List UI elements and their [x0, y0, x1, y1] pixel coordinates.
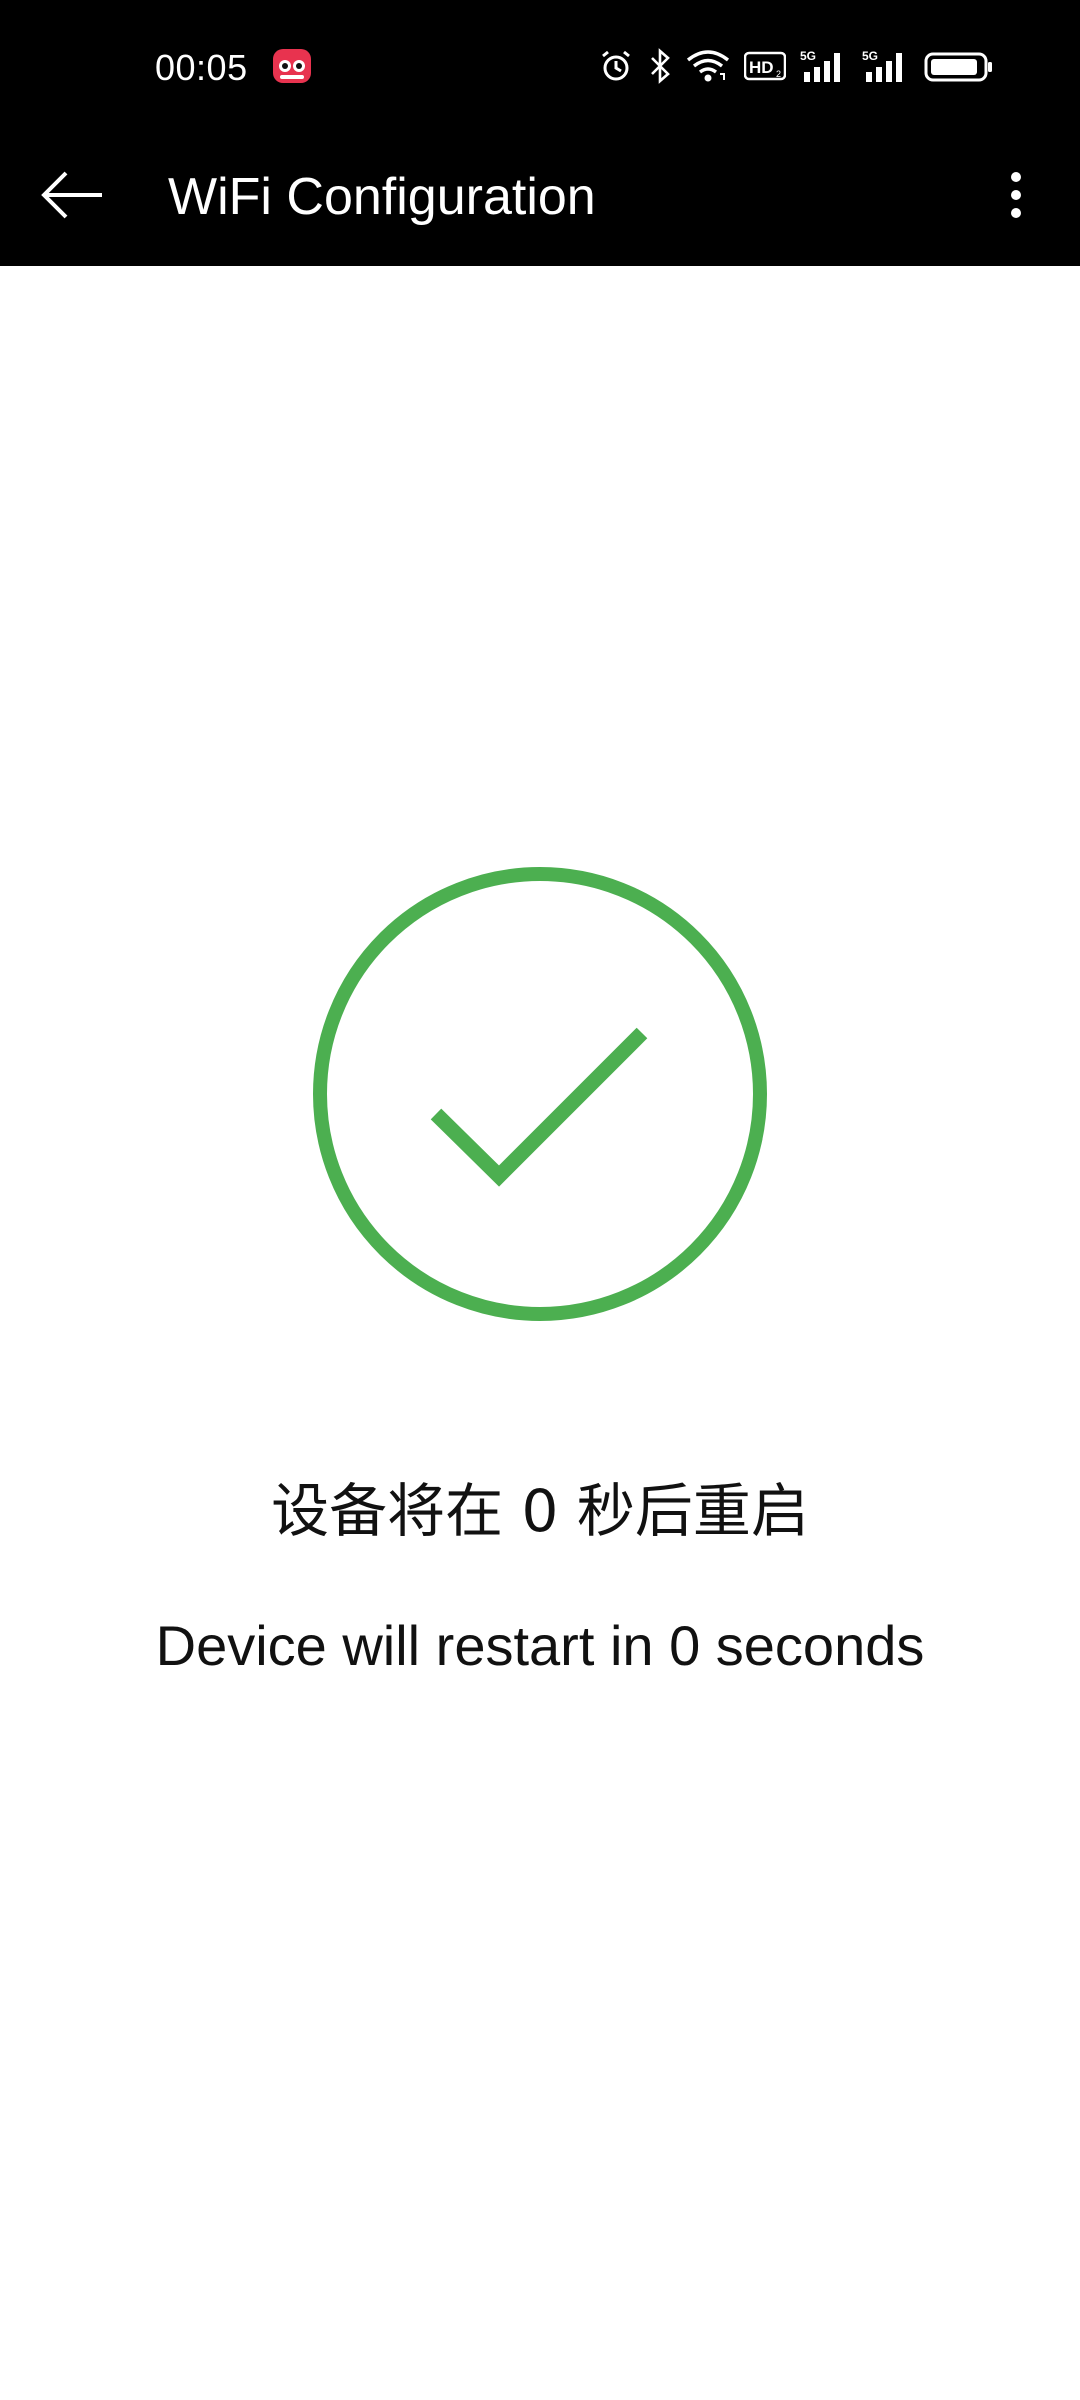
bluetooth-icon: [648, 48, 672, 84]
content-area: 设备将在 0 秒后重启 Device will restart in 0 sec…: [0, 266, 1080, 2400]
signal-5g-icon: 5G: [862, 48, 910, 84]
svg-text:5G: 5G: [800, 49, 816, 63]
more-vertical-icon: [1006, 165, 1026, 229]
page-title: WiFi Configuration: [168, 168, 596, 226]
status-bar: 00:05 HD 2 5G 5G: [0, 0, 1080, 128]
status-time: 00:05: [155, 47, 248, 88]
alarm-icon: [598, 48, 634, 84]
status-icons: HD 2 5G 5G: [598, 46, 994, 86]
svg-text:2: 2: [776, 69, 781, 79]
hd-icon: HD 2: [744, 49, 786, 83]
more-options-button[interactable]: [986, 155, 1046, 239]
check-circle-icon: [312, 866, 768, 1322]
restart-message-cn: 设备将在 0 秒后重启: [271, 1477, 809, 1545]
restart-message-en: Device will restart in 0 seconds: [155, 1614, 925, 1677]
app-badge-icon: [272, 46, 312, 86]
svg-text:HD: HD: [749, 58, 774, 77]
app-bar: WiFi Configuration: [0, 128, 1080, 266]
svg-text:5G: 5G: [862, 49, 878, 63]
back-button[interactable]: [30, 155, 114, 239]
arrow-back-icon: [36, 165, 108, 229]
battery-icon: [924, 48, 994, 84]
signal-5g-icon: 5G: [800, 48, 848, 84]
wifi-icon: [686, 48, 730, 84]
